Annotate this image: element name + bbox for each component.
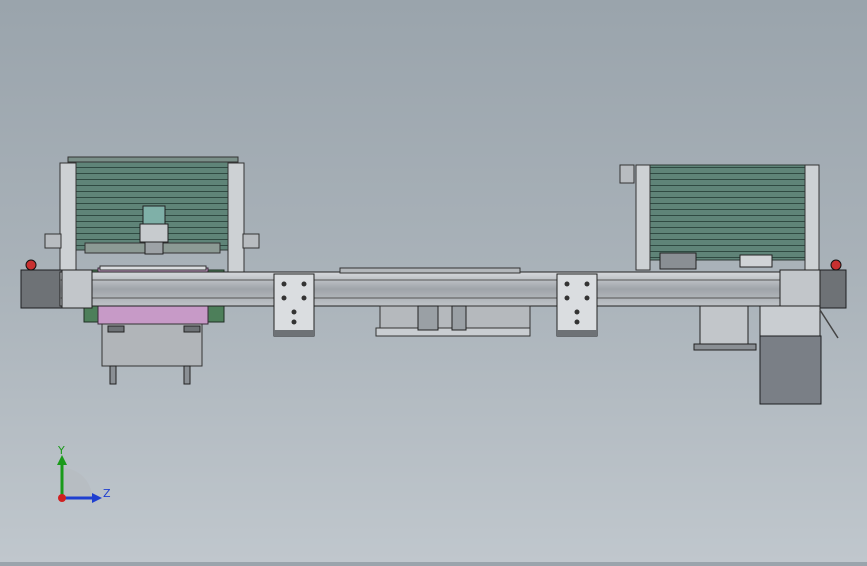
right-magazine	[619, 164, 820, 271]
right-end-block	[817, 269, 847, 309]
left-magazine	[44, 156, 260, 274]
motor-body	[759, 335, 822, 405]
left-magazine-post-right	[227, 162, 245, 274]
rail-beam	[59, 271, 821, 307]
left-magazine-post-left	[59, 162, 77, 274]
z-axis-label: Z	[103, 487, 111, 500]
right-magazine-post-left	[635, 164, 651, 271]
center-cylinder-assembly	[375, 305, 531, 337]
assembly-drawing: Y Z	[20, 156, 847, 503]
cad-viewport[interactable]: Y Z	[0, 0, 867, 562]
y-axis-label: Y	[57, 444, 65, 457]
bracket-right	[556, 273, 598, 337]
right-magazine-slats	[647, 164, 809, 261]
bracket-left	[273, 273, 315, 337]
right-stop-button	[830, 259, 842, 271]
left-end-block	[20, 269, 64, 309]
drive-motor	[693, 305, 839, 405]
right-magazine-post-right	[804, 164, 820, 271]
origin-dot	[58, 494, 66, 502]
left-stop-button	[25, 259, 37, 271]
coordinate-triad: Y Z	[57, 444, 111, 503]
